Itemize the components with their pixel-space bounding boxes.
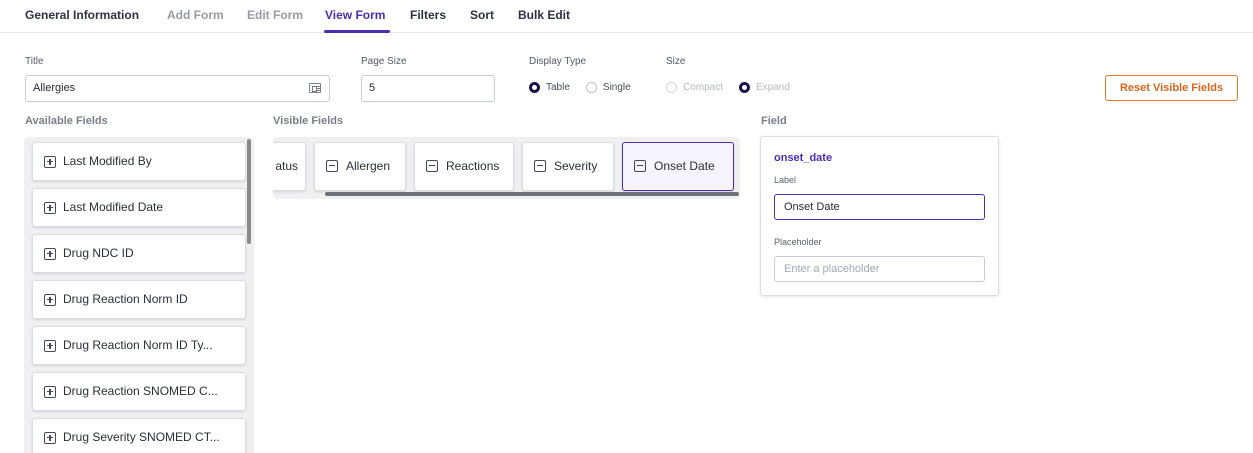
available-field-label: Drug Reaction Norm ID bbox=[63, 292, 188, 306]
visible-fields-title: Visible Fields bbox=[273, 115, 344, 127]
page-size-value: 5 bbox=[369, 82, 376, 94]
visible-field-item[interactable]: Severity bbox=[522, 142, 614, 191]
reset-visible-fields-button[interactable]: Reset Visible Fields bbox=[1105, 75, 1238, 101]
field-label-label: Label bbox=[774, 175, 797, 185]
display-type-radio-group: Table Single bbox=[529, 82, 641, 93]
tab-view-form[interactable]: View Form bbox=[325, 8, 385, 22]
size-expand-radio[interactable] bbox=[739, 82, 751, 93]
available-field-label: Drug Severity SNOMED CT... bbox=[63, 430, 220, 444]
available-field-item[interactable]: Drug Reaction Norm ID Ty... bbox=[32, 326, 246, 365]
tab-bulk-edit[interactable]: Bulk Edit bbox=[518, 8, 570, 22]
tab-sort[interactable]: Sort bbox=[470, 8, 494, 22]
visible-field-label: Allergen bbox=[346, 159, 391, 173]
available-fields-scrollbar[interactable] bbox=[247, 139, 251, 244]
size-radio-group: Compact Expand bbox=[666, 82, 800, 93]
plus-square-icon[interactable] bbox=[44, 202, 56, 214]
tab-filters[interactable]: Filters bbox=[410, 8, 446, 22]
available-field-item[interactable]: Drug Severity SNOMED CT... bbox=[32, 418, 246, 453]
size-label: Size bbox=[666, 56, 686, 67]
field-key: onset_date bbox=[774, 152, 833, 164]
display-type-label: Display Type bbox=[529, 56, 587, 67]
active-tab-indicator bbox=[324, 30, 390, 33]
plus-square-icon[interactable] bbox=[44, 156, 56, 168]
page-size-label: Page Size bbox=[361, 56, 407, 67]
plus-square-icon[interactable] bbox=[44, 386, 56, 398]
available-field-label: Drug NDC ID bbox=[63, 246, 134, 260]
field-settings-card: onset_date Label Onset Date Placeholder … bbox=[760, 136, 999, 296]
available-field-label: Drug Reaction Norm ID Ty... bbox=[63, 338, 213, 352]
plus-square-icon[interactable] bbox=[44, 294, 56, 306]
minus-square-icon[interactable] bbox=[534, 160, 546, 172]
plus-square-icon[interactable] bbox=[44, 340, 56, 352]
visible-fields-scrollbar[interactable] bbox=[325, 192, 739, 196]
available-field-label: Drug Reaction SNOMED C... bbox=[63, 384, 218, 398]
available-field-item[interactable]: Last Modified By bbox=[32, 142, 246, 181]
field-placeholder-hint: Enter a placeholder bbox=[784, 263, 880, 275]
plus-square-icon[interactable] bbox=[44, 432, 56, 444]
available-field-label: Last Modified By bbox=[63, 154, 152, 168]
title-input[interactable]: Allergies bbox=[25, 75, 330, 102]
tab-general-information[interactable]: General Information bbox=[25, 8, 139, 22]
field-placeholder-input[interactable]: Enter a placeholder bbox=[774, 256, 985, 282]
available-field-item[interactable]: Drug Reaction Norm ID bbox=[32, 280, 246, 319]
available-fields-list[interactable]: Last Modified By Last Modified Date Drug… bbox=[24, 137, 254, 453]
available-fields-title: Available Fields bbox=[25, 115, 108, 127]
display-type-single-radio[interactable] bbox=[585, 82, 597, 93]
field-panel-title: Field bbox=[761, 115, 787, 127]
tab-add-form[interactable]: Add Form bbox=[167, 8, 224, 22]
size-compact-label[interactable]: Compact bbox=[683, 82, 723, 93]
size-expand-label[interactable]: Expand bbox=[756, 82, 790, 93]
visible-field-item[interactable]: atus bbox=[273, 142, 306, 191]
title-label: Title bbox=[25, 56, 44, 67]
title-input-value: Allergies bbox=[33, 82, 76, 94]
minus-square-icon[interactable] bbox=[426, 160, 438, 172]
page-size-input[interactable]: 5 bbox=[361, 75, 495, 102]
display-type-single-label[interactable]: Single bbox=[603, 82, 631, 93]
visible-field-label: Onset Date bbox=[654, 159, 715, 173]
field-label-input[interactable]: Onset Date bbox=[774, 194, 985, 220]
minus-square-icon[interactable] bbox=[326, 160, 338, 172]
visible-field-label: atus bbox=[275, 159, 298, 173]
visible-field-item[interactable]: Allergen bbox=[314, 142, 406, 191]
field-placeholder-label: Placeholder bbox=[774, 237, 822, 247]
visible-fields-list[interactable]: atus Allergen Reactions Severity Onset D… bbox=[273, 137, 740, 199]
visible-field-item-selected[interactable]: Onset Date bbox=[622, 142, 734, 191]
card-icon[interactable] bbox=[309, 83, 321, 93]
available-field-item[interactable]: Drug NDC ID bbox=[32, 234, 246, 273]
visible-field-label: Severity bbox=[554, 159, 598, 173]
tab-edit-form[interactable]: Edit Form bbox=[247, 8, 303, 22]
available-field-item[interactable]: Last Modified Date bbox=[32, 188, 246, 227]
visible-field-label: Reactions bbox=[446, 159, 500, 173]
plus-square-icon[interactable] bbox=[44, 248, 56, 260]
field-label-value: Onset Date bbox=[784, 201, 840, 213]
display-type-table-radio[interactable] bbox=[529, 82, 540, 93]
display-type-table-label[interactable]: Table bbox=[546, 82, 570, 93]
minus-square-icon[interactable] bbox=[634, 160, 646, 172]
visible-field-item[interactable]: Reactions bbox=[414, 142, 514, 191]
size-compact-radio[interactable] bbox=[666, 82, 677, 93]
available-field-label: Last Modified Date bbox=[63, 200, 164, 214]
tab-bar: General Information Add Form Edit Form V… bbox=[0, 0, 1253, 33]
available-field-item[interactable]: Drug Reaction SNOMED C... bbox=[32, 372, 246, 411]
